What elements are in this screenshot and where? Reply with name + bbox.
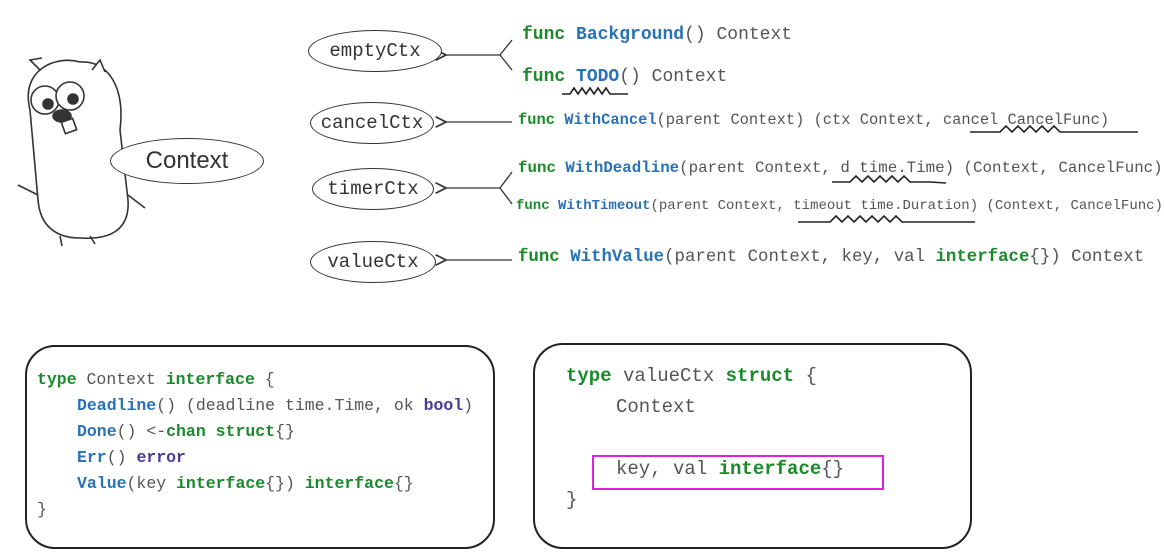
code-line: } xyxy=(37,500,47,519)
func-background: func Background() Context xyxy=(522,25,793,45)
code-line: Done() <-chan struct{} xyxy=(77,422,295,441)
code-line: type Context interface { xyxy=(37,370,275,389)
func-withcancel: func WithCancel(parent Context) (ctx Con… xyxy=(518,111,1110,129)
func-withdeadline: func WithDeadline(parent Context, d time… xyxy=(518,159,1163,177)
func-withvalue: func WithValue(parent Context, key, val … xyxy=(518,248,1145,267)
node-label: cancelCtx xyxy=(320,112,424,134)
arrows xyxy=(446,39,513,260)
code-line: Err() error xyxy=(77,448,186,467)
node-label: timerCtx xyxy=(327,178,419,200)
context-label: Context xyxy=(145,147,229,174)
node-emptyctx: emptyCtx xyxy=(308,30,442,72)
code-line: type valueCtx struct { xyxy=(566,365,817,387)
node-label: valueCtx xyxy=(327,251,419,273)
node-timerctx: timerCtx xyxy=(312,168,434,210)
code-line: Context xyxy=(616,396,696,418)
valuectx-struct-box: type valueCtx struct { Context key, val … xyxy=(533,343,972,549)
func-todo: func TODO() Context xyxy=(522,67,728,87)
func-withtimeout: func WithTimeout(parent Context, timeout… xyxy=(516,198,1163,214)
code-line: Deadline() (deadline time.Time, ok bool) xyxy=(77,396,474,415)
node-label: emptyCtx xyxy=(329,40,421,62)
context-interface-box: type Context interface { Deadline() (dea… xyxy=(25,345,495,549)
node-cancelctx: cancelCtx xyxy=(310,102,434,144)
diagram: Context emptyCtx cancelCtx timerCtx valu… xyxy=(0,0,1164,555)
highlight-rect xyxy=(592,455,884,490)
context-label-oval: Context xyxy=(110,138,264,184)
code-line: Value(key interface{}) interface{} xyxy=(77,474,414,493)
node-valuectx: valueCtx xyxy=(310,241,436,283)
